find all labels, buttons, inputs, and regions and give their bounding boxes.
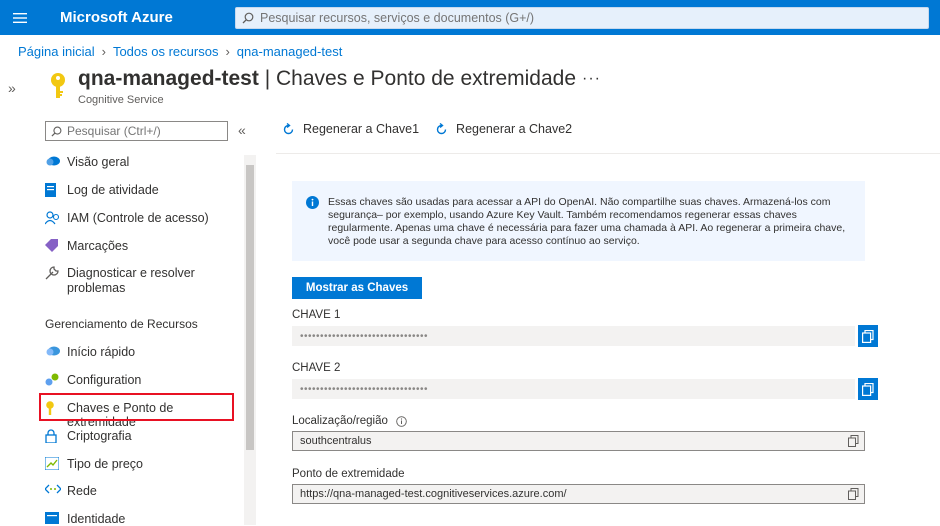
- people-icon: [45, 211, 67, 225]
- top-bar: Microsoft Azure: [0, 0, 940, 35]
- location-label-text: Localização/região: [292, 415, 388, 427]
- sidebar-item-iam[interactable]: IAM (Controle de acesso): [45, 211, 240, 225]
- location-label: Localização/região: [292, 415, 407, 427]
- brand-title[interactable]: Microsoft Azure: [60, 9, 173, 26]
- breadcrumb: Página inicial › Todos os recursos › qna…: [18, 44, 342, 59]
- sidebar-item-label: IAM (Controle de acesso): [67, 211, 209, 225]
- endpoint-field[interactable]: https://qna-managed-test.cognitiveservic…: [292, 484, 865, 504]
- scrollbar-thumb[interactable]: [246, 165, 254, 450]
- refresh-icon: [283, 122, 294, 134]
- key-icon: [48, 72, 68, 105]
- key1-label-text: CHAVE 1: [292, 309, 341, 321]
- sidebar-item-tags[interactable]: Marcações: [45, 239, 240, 253]
- location-field[interactable]: southcentralus: [292, 431, 865, 451]
- copy-key2-button[interactable]: [858, 378, 878, 400]
- sidebar-item-label: Configuration: [67, 373, 142, 387]
- regenerate-key2-button[interactable]: Regenerar a Chave2: [435, 122, 572, 136]
- resource-name: qna-managed-test: [78, 67, 259, 90]
- global-search-input[interactable]: [260, 11, 900, 25]
- resource-type: Cognitive Service: [78, 94, 164, 106]
- sidebar-item-diagnose[interactable]: Diagnosticar e resolver problemas: [45, 266, 240, 296]
- global-search[interactable]: [235, 7, 929, 29]
- breadcrumb-all-resources[interactable]: Todos os recursos: [113, 44, 219, 59]
- copy-key1-button[interactable]: [858, 325, 878, 347]
- cloud-quickstart-icon: [45, 345, 67, 356]
- main-content: Regenerar a Chave1 Regenerar a Chave2 Es…: [258, 116, 940, 525]
- sidebar-item-label: Tipo de preço: [67, 457, 143, 471]
- sidebar-item-label: Identidade: [67, 512, 126, 526]
- more-options-button[interactable]: ···: [582, 70, 601, 88]
- gears-icon: [45, 373, 67, 386]
- location-value: southcentralus: [300, 435, 372, 447]
- sidebar-item-identity[interactable]: Identidade: [45, 512, 240, 526]
- network-icon: [45, 484, 67, 494]
- sidebar-item-label: Início rápido: [67, 345, 136, 359]
- info-banner: Essas chaves são usadas para acessar a A…: [292, 181, 865, 261]
- info-tooltip-icon[interactable]: [396, 415, 407, 427]
- refresh-icon: [436, 122, 447, 134]
- sidebar-item-label: Log de atividade: [67, 183, 159, 197]
- sidebar-item-label: Rede: [67, 484, 97, 498]
- sidebar-item-network[interactable]: Rede: [45, 484, 240, 498]
- copy-icon[interactable]: [848, 435, 859, 450]
- key1-field[interactable]: ••••••••••••••••••••••••••••••••: [292, 326, 855, 346]
- breadcrumb-separator: ›: [101, 44, 106, 59]
- sidebar-item-label: Marcações: [67, 239, 129, 253]
- search-icon: [242, 12, 254, 24]
- sidebar-item-encryption[interactable]: Criptografia: [45, 429, 240, 443]
- info-text: Essas chaves são usadas para acessar a A…: [328, 196, 846, 247]
- log-icon: [45, 183, 67, 197]
- wrench-icon: [45, 266, 67, 280]
- title-separator: |: [258, 67, 276, 90]
- sidebar-item-quickstart[interactable]: Início rápido: [45, 345, 240, 359]
- sidebar-item-label: Diagnosticar e resolver problemas: [67, 266, 195, 295]
- endpoint-label: Ponto de extremidade: [292, 468, 405, 480]
- selected-item-highlight: [39, 393, 234, 421]
- endpoint-value: https://qna-managed-test.cognitiveservic…: [300, 488, 567, 500]
- menu-icon[interactable]: [0, 0, 40, 35]
- search-icon: [51, 126, 62, 137]
- regenerate-key2-label: Regenerar a Chave2: [456, 122, 573, 136]
- info-icon: [306, 196, 319, 213]
- cloud-icon: [45, 155, 67, 166]
- menu-search[interactable]: [45, 121, 228, 141]
- sidebar-item-label: Visão geral: [67, 155, 130, 169]
- breadcrumb-resource[interactable]: qna-managed-test: [237, 44, 343, 59]
- resource-menu: « Visão geral Log de atividade IAM (Cont…: [38, 116, 258, 526]
- copy-icon: [862, 329, 874, 343]
- pricing-icon: [45, 457, 67, 470]
- identity-icon: [45, 512, 67, 524]
- key1-label: CHAVE 1: [292, 309, 340, 321]
- breadcrumb-separator: ›: [225, 44, 230, 59]
- command-bar-divider: [276, 153, 940, 154]
- expand-menu-icon[interactable]: »: [8, 80, 16, 96]
- command-bar: Regenerar a Chave1 Regenerar a Chave2: [282, 122, 572, 136]
- key2-field[interactable]: ••••••••••••••••••••••••••••••••: [292, 379, 855, 399]
- menu-search-input[interactable]: [67, 124, 217, 138]
- breadcrumb-home[interactable]: Página inicial: [18, 44, 95, 59]
- show-keys-button[interactable]: Mostrar as Chaves: [292, 277, 422, 299]
- sidebar-item-configuration[interactable]: Configuration: [45, 373, 240, 387]
- section-title-resource-management: Gerenciamento de Recursos: [45, 317, 198, 331]
- sidebar-item-overview[interactable]: Visão geral: [45, 155, 240, 169]
- regenerate-key1-button[interactable]: Regenerar a Chave1: [282, 122, 419, 136]
- blade-title: Chaves e Ponto de extremidade: [275, 67, 577, 90]
- sidebar-item-activity-log[interactable]: Log de atividade: [45, 183, 240, 197]
- endpoint-label-text: Ponto de extremidade: [292, 468, 405, 480]
- key2-label: CHAVE 2: [292, 362, 340, 374]
- copy-icon: [862, 382, 874, 396]
- sidebar-item-label: Criptografia: [67, 429, 132, 443]
- collapse-menu-button[interactable]: «: [238, 122, 246, 138]
- lock-icon: [45, 429, 67, 443]
- regenerate-key1-label: Regenerar a Chave1: [303, 122, 420, 136]
- menu-scrollbar[interactable]: [244, 155, 256, 525]
- tag-icon: [45, 239, 67, 252]
- copy-icon[interactable]: [848, 488, 859, 503]
- key2-label-text: CHAVE 2: [292, 362, 341, 374]
- sidebar-item-pricing-tier[interactable]: Tipo de preço: [45, 457, 240, 471]
- page-title: qna-managed-test | Chaves e Ponto de ext…: [78, 67, 576, 91]
